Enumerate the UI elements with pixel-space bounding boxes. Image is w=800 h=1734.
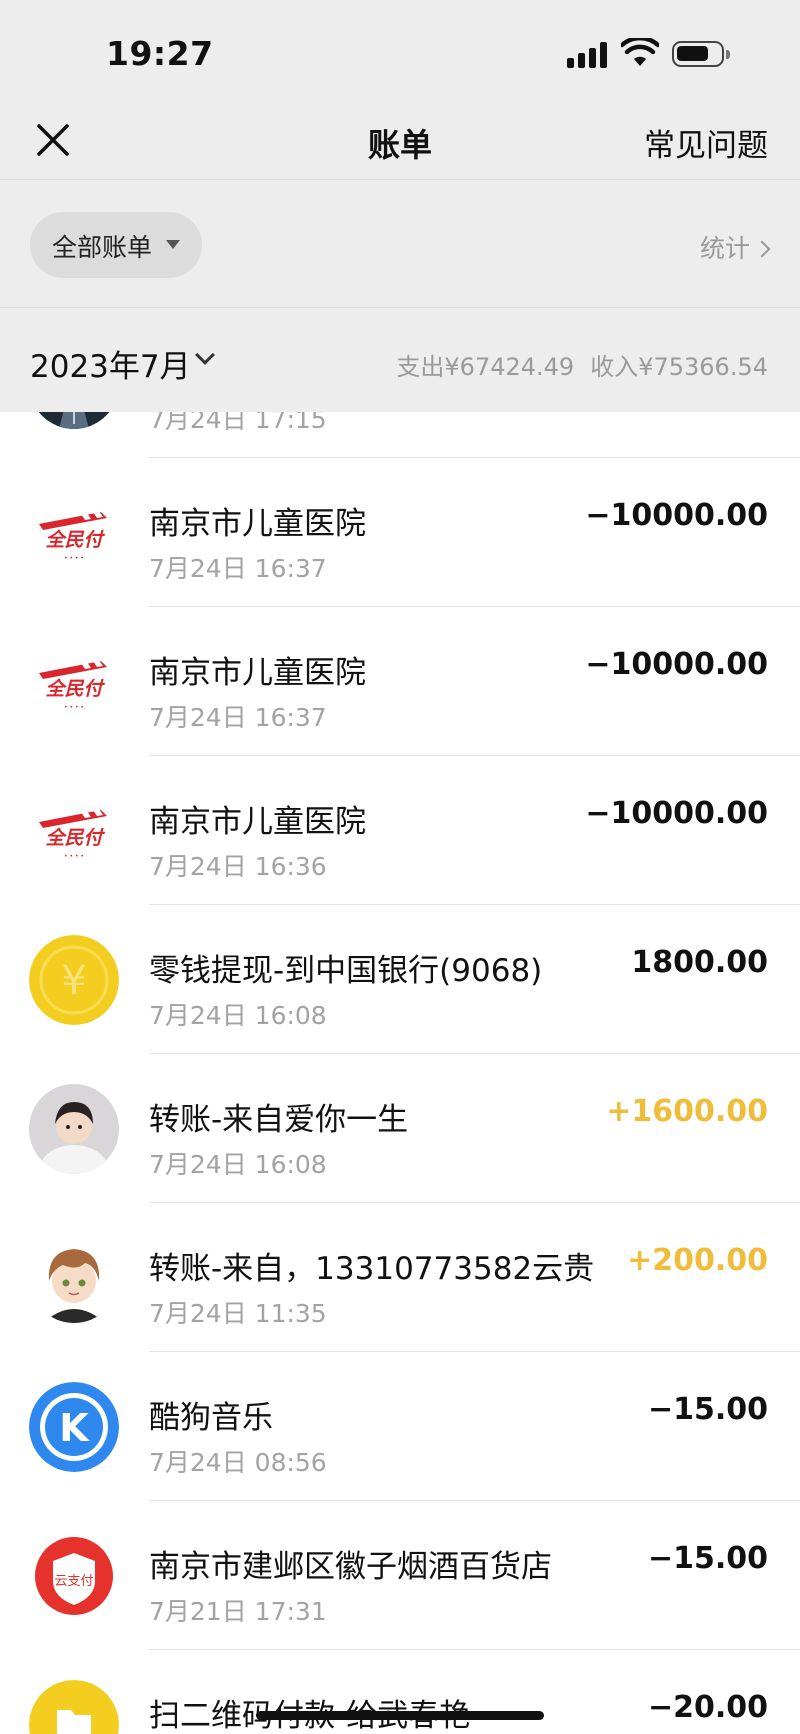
svg-text:全民付: 全民付 (45, 529, 105, 551)
chevron-right-icon (753, 240, 771, 258)
transaction-row[interactable]: 全民付 • • • • 南京市儿童医院 7月24日 16:37 −10000.0… (0, 607, 800, 756)
bill-filter-label: 全部账单 (52, 233, 153, 262)
quanminfu-logo-avatar: 全民付 • • • • (29, 637, 119, 727)
transaction-row[interactable]: 转账-来自，13310773582云贵 7月24日 11:35 +200.00 (0, 1203, 800, 1352)
anime-avatar (29, 1233, 119, 1323)
quanminfu-logo-avatar: 全民付 • • • • (29, 488, 119, 578)
transaction-title: 酷狗音乐 (149, 1400, 273, 1436)
status-time: 19:27 (106, 34, 214, 73)
yunzhifu-logo-avatar: 云支付 (29, 1531, 119, 1621)
svg-text:云支付: 云支付 (54, 1574, 93, 1589)
transaction-row[interactable]: 转账-来自爱你一生 7月24日 16:08 +1600.00 (0, 1054, 800, 1203)
stats-link[interactable]: 统计 (699, 229, 771, 265)
quanminfu-logo-avatar: 全民付 • • • • (29, 786, 119, 876)
month-expense: 支出¥67424.49 (396, 353, 575, 381)
transaction-amount: −20.00 (647, 1690, 768, 1725)
status-bar: 19:27 (0, 0, 800, 100)
road-photo-avatar (29, 412, 119, 429)
transaction-amount: +1600.00 (606, 1094, 768, 1129)
transaction-date: 7月24日 16:37 (149, 703, 327, 732)
transaction-title: 转账-来自爱你一生 (149, 1102, 409, 1138)
svg-text:• • • •: • • • • (64, 555, 84, 562)
transaction-row[interactable]: 全民付 • • • • 南京市儿童医院 7月24日 16:37 −10000.0… (0, 458, 800, 607)
cellular-signal-icon (567, 42, 609, 68)
transaction-title: 南京市建邺区徽子烟酒百货店 (149, 1549, 552, 1585)
transaction-amount: +200.00 (627, 1243, 768, 1278)
folder-icon (29, 1680, 119, 1734)
filter-row: 全部账单 统计 (0, 181, 800, 308)
kugou-logo-avatar: K (29, 1382, 119, 1472)
transaction-title: 南京市儿童医院 (149, 655, 366, 691)
transaction-row[interactable]: K 酷狗音乐 7月24日 08:56 −15.00 (0, 1352, 800, 1501)
transaction-title: 南京市儿童医院 (149, 804, 366, 840)
transaction-date: 7月21日 17:31 (149, 1597, 327, 1626)
transaction-date: 7月24日 08:56 (149, 1448, 327, 1477)
svg-text:¥: ¥ (61, 958, 86, 1004)
transaction-date: 7月24日 16:08 (149, 1150, 327, 1179)
transaction-title: 转账-来自，13310773582云贵 (149, 1251, 595, 1287)
header-area: 19:27 账单 常见问题 全部账单 统计 2023年7月 支出¥67424.4… (0, 0, 800, 412)
transaction-row[interactable]: 扫二维码付款-给武春艳 −20.00 (0, 1650, 800, 1734)
caret-down-icon (166, 240, 180, 249)
transaction-amount: −10000.00 (585, 498, 768, 533)
transaction-title: 南京市儿童医院 (149, 506, 366, 542)
transaction-date: 7月24日 11:35 (149, 1299, 327, 1328)
svg-text:• • • •: • • • • (64, 853, 84, 860)
transaction-date: 7月24日 16:37 (149, 554, 327, 583)
faq-link[interactable]: 常见问题 (644, 120, 768, 165)
stats-label: 统计 (699, 234, 750, 263)
yen-coin-icon: ¥ (29, 935, 119, 1025)
svg-text:K: K (59, 1406, 90, 1450)
transaction-date: 7月24日 16:36 (149, 852, 327, 881)
transaction-amount: −15.00 (647, 1392, 768, 1427)
transaction-title: 零钱提现-到中国银行(9068) (149, 953, 543, 989)
transaction-amount: −10000.00 (585, 647, 768, 682)
transaction-row[interactable]: 全民付 • • • • 南京市儿童医院 7月24日 16:36 −10000.0… (0, 756, 800, 905)
transaction-date: 7月24日 16:08 (149, 1001, 327, 1030)
transaction-row[interactable]: 云支付 南京市建邺区徽子烟酒百货店 7月21日 17:31 −15.00 (0, 1501, 800, 1650)
chevron-down-icon[interactable] (195, 345, 215, 365)
wifi-icon (621, 38, 659, 66)
battery-icon (672, 41, 730, 67)
transaction-amount: 1800.00 (631, 945, 768, 980)
svg-text:• • • •: • • • • (64, 704, 84, 711)
transaction-list: 7月24日 17:15 全民付 • • • • 南京市儿童医院 7月24日 16… (0, 412, 800, 1734)
home-indicator[interactable] (256, 1711, 544, 1720)
child-photo-avatar (29, 1084, 119, 1174)
svg-text:全民付: 全民付 (45, 678, 105, 700)
svg-text:全民付: 全民付 (45, 827, 105, 849)
month-totals: 支出¥67424.49 收入¥75366.54 (380, 347, 768, 382)
nav-bar: 账单 常见问题 (0, 100, 800, 180)
transaction-date: 7月24日 17:15 (149, 412, 327, 434)
bill-filter-dropdown[interactable]: 全部账单 (30, 212, 202, 278)
transaction-row[interactable]: ¥ 零钱提现-到中国银行(9068) 7月24日 16:08 1800.00 (0, 905, 800, 1054)
month-summary-row: 2023年7月 支出¥67424.49 收入¥75366.54 (0, 309, 800, 412)
month-income: 收入¥75366.54 (590, 353, 768, 381)
transaction-row[interactable]: 7月24日 17:15 (0, 412, 800, 458)
transaction-amount: −15.00 (647, 1541, 768, 1576)
transaction-amount: −10000.00 (585, 796, 768, 831)
month-selector[interactable]: 2023年7月 (30, 341, 191, 386)
